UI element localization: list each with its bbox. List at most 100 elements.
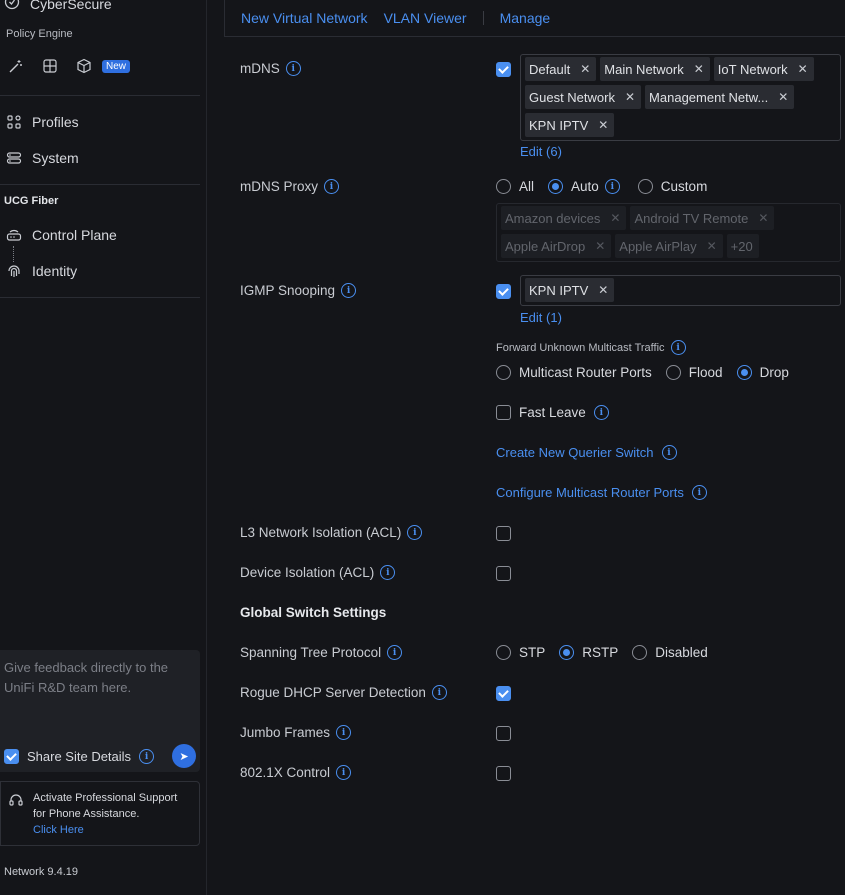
fast-leave-checkbox[interactable] <box>496 405 511 420</box>
radio-button[interactable] <box>548 179 564 194</box>
info-icon[interactable]: i <box>285 61 301 76</box>
feedback-panel[interactable]: Give feedback directly to the UniFi R&D … <box>0 650 200 772</box>
radio-button[interactable] <box>632 645 648 660</box>
radio-button[interactable] <box>496 179 511 194</box>
stp-option-rstp[interactable]: RSTP <box>559 645 618 660</box>
tab-new-virtual-network[interactable]: New Virtual Network <box>241 10 368 26</box>
mdns-proxy-option-auto[interactable]: Auto <box>548 179 599 194</box>
mdns-checkbox[interactable] <box>496 62 511 77</box>
remove-icon[interactable]: ✕ <box>625 90 635 104</box>
info-icon[interactable]: i <box>691 485 707 500</box>
link-label: Create New Querier Switch <box>496 445 654 460</box>
radio-button[interactable] <box>559 645 575 660</box>
radio-button[interactable] <box>665 365 681 380</box>
jumbo-label-text: Jumbo Frames <box>240 725 331 740</box>
sidebar-item-identity[interactable]: Identity <box>6 263 77 279</box>
info-icon[interactable]: i <box>336 765 352 780</box>
create-querier-switch-link[interactable]: Create New Querier Switch i <box>496 445 677 460</box>
tab-vlan-viewer[interactable]: VLAN Viewer <box>384 10 467 26</box>
rogue-dhcp-label-text: Rogue DHCP Server Detection <box>240 685 426 700</box>
send-icon: ➤ <box>179 750 189 763</box>
grid-icon[interactable] <box>42 58 58 74</box>
divider <box>0 184 200 185</box>
l3-isolation-checkbox[interactable] <box>496 526 511 541</box>
shield-icon <box>4 0 20 13</box>
feedback-input[interactable]: Give feedback directly to the UniFi R&D … <box>4 658 196 698</box>
dot1x-control-checkbox[interactable] <box>496 766 511 781</box>
igmp-snooping-checkbox[interactable] <box>496 284 511 299</box>
mdns-proxy-option-custom[interactable]: Custom <box>637 179 707 194</box>
support-link[interactable]: Click Here <box>33 822 193 838</box>
radio-button[interactable] <box>496 365 511 380</box>
info-icon[interactable]: i <box>407 525 423 540</box>
igmp-network-select[interactable]: KPN IPTV ✕ <box>520 275 841 306</box>
stp-option-disabled[interactable]: Disabled <box>632 645 708 660</box>
global-switch-settings-title: Global Switch Settings <box>240 605 387 620</box>
forward-unknown-multicast-label: Forward Unknown Multicast Traffic i <box>496 340 686 355</box>
fast-leave-option[interactable]: Fast Leave i <box>496 405 609 420</box>
send-button[interactable]: ➤ <box>172 744 196 768</box>
device-isolation-checkbox[interactable] <box>496 566 511 581</box>
configure-multicast-router-ports-link[interactable]: Configure Multicast Router Ports i <box>496 485 707 500</box>
radio-button[interactable] <box>496 645 511 660</box>
radio-button[interactable] <box>637 179 653 194</box>
share-site-details-checkbox[interactable] <box>4 749 19 764</box>
remove-icon[interactable]: ✕ <box>798 62 808 76</box>
mdns-tag[interactable]: IoT Network ✕ <box>713 57 814 81</box>
mdns-tag[interactable]: Guest Network ✕ <box>525 85 642 109</box>
share-site-details[interactable]: Share Site Details i <box>4 749 155 764</box>
cube-icon[interactable] <box>76 58 92 74</box>
tag-label: Guest Network <box>529 89 615 105</box>
top-tabs: New Virtual Network VLAN Viewer Manage <box>224 0 845 37</box>
dot1x-control-label: 802.1X Control i <box>240 765 352 780</box>
mdns-edit-link[interactable]: Edit (6) <box>520 144 562 159</box>
support-text: Activate Professional Support for Phone … <box>33 792 178 820</box>
info-icon[interactable]: i <box>336 725 352 740</box>
forward-option-drop[interactable]: Drop <box>736 365 789 380</box>
service-tag: Android TV Remote ✕ <box>630 206 775 230</box>
sidebar-item-system[interactable]: System <box>6 150 79 166</box>
igmp-edit-link[interactable]: Edit (1) <box>520 310 562 325</box>
sidebar-item-label: Control Plane <box>32 227 117 243</box>
headset-icon <box>8 792 24 813</box>
remove-icon[interactable]: ✕ <box>580 62 590 76</box>
info-icon[interactable]: i <box>670 340 686 355</box>
info-icon[interactable]: i <box>341 283 357 298</box>
info-icon[interactable]: i <box>380 565 396 580</box>
rogue-dhcp-checkbox[interactable] <box>496 686 511 701</box>
remove-icon[interactable]: ✕ <box>778 90 788 104</box>
policy-engine-icons: New <box>8 58 131 74</box>
remove-icon[interactable]: ✕ <box>598 118 608 132</box>
jumbo-frames-checkbox[interactable] <box>496 726 511 741</box>
sidebar-item-profiles[interactable]: Profiles <box>6 114 79 130</box>
tab-manage[interactable]: Manage <box>500 10 551 26</box>
info-icon[interactable]: i <box>139 749 155 764</box>
device-isolation-label-text: Device Isolation (ACL) <box>240 565 375 580</box>
sidebar-item-control-plane[interactable]: Control Plane <box>6 227 117 243</box>
magic-wand-icon[interactable] <box>8 58 24 74</box>
info-icon[interactable]: i <box>387 645 403 660</box>
mdns-network-select[interactable]: Default ✕ Main Network ✕ IoT Network ✕ Gues… <box>520 54 841 141</box>
igmp-tag[interactable]: KPN IPTV ✕ <box>525 278 615 302</box>
mdns-proxy-option-all[interactable]: All <box>496 179 534 194</box>
info-icon[interactable]: i <box>431 685 447 700</box>
mdns-tag[interactable]: Default ✕ <box>525 57 597 81</box>
info-icon[interactable]: i <box>604 179 620 194</box>
mdns-tag[interactable]: KPN IPTV ✕ <box>525 113 615 137</box>
stp-label-text: Spanning Tree Protocol <box>240 645 382 660</box>
mdns-tag[interactable]: Management Netw... ✕ <box>645 85 795 109</box>
remove-icon[interactable]: ✕ <box>694 62 704 76</box>
info-icon[interactable]: i <box>593 405 609 420</box>
mdns-label: mDNS i <box>240 61 301 76</box>
sidebar-item-cybersecure[interactable]: CyberSecure <box>4 0 112 13</box>
tag-label: IoT Network <box>717 61 788 77</box>
forward-option-flood[interactable]: Flood <box>665 365 723 380</box>
remove-icon: ✕ <box>610 211 621 225</box>
forward-option-multicast-router-ports[interactable]: Multicast Router Ports <box>496 365 652 380</box>
remove-icon[interactable]: ✕ <box>598 283 608 297</box>
mdns-tag[interactable]: Main Network ✕ <box>600 57 710 81</box>
info-icon[interactable]: i <box>661 445 677 460</box>
radio-button[interactable] <box>736 365 752 380</box>
info-icon[interactable]: i <box>324 179 340 194</box>
stp-option-stp[interactable]: STP <box>496 645 545 660</box>
